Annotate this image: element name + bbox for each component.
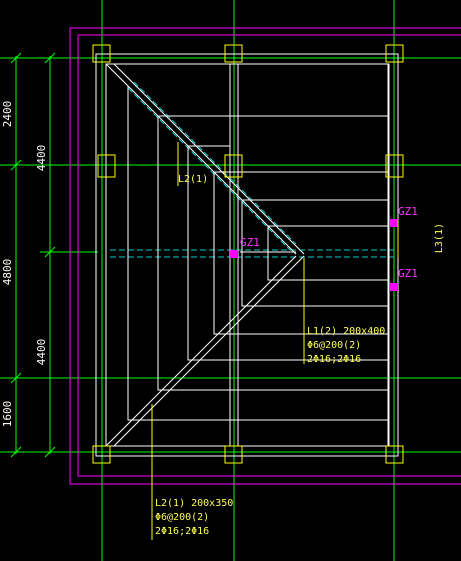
gz-label-center: GZ1 [240,236,260,249]
dim-text-4400-lower: 4400 [35,339,48,366]
dim-text-4800: 4800 [1,259,14,286]
beam-label-l1-line2: Φ6@200(2) [307,340,361,351]
gz-marker [390,219,398,227]
gz-label-right-lower: GZ1 [398,267,418,280]
dim-text-2400: 2400 [1,101,14,128]
dimension-lines [10,52,98,458]
gz-label-right-upper: GZ1 [398,205,418,218]
hidden-beams [110,81,394,258]
columns [92,44,404,464]
dim-text-1600: 1600 [1,401,14,428]
beam-label-l3: L3(1) [434,223,445,253]
gz-marker [390,283,398,291]
beam-label-l1-line3: 2Φ16;2Φ16 [307,354,361,365]
beam-label-l1-line1: L1(2) 200x400 [307,326,385,337]
beam-label-l2-line1: L2(1) 200x350 [155,498,233,509]
beam-label-l2-line3: 2Φ16;2Φ16 [155,526,209,537]
cad-drawing: 2400 4800 1600 4400 4400 L2(1) L3(1) L1(… [0,0,461,561]
dim-text-4400-upper: 4400 [35,145,48,172]
beam-label-l2-line2: Φ6@200(2) [155,512,209,523]
beam-label-l2-short: L2(1) [178,174,208,185]
building-outline [69,27,461,485]
gz-marker [230,250,238,258]
beam-lines [95,53,399,457]
